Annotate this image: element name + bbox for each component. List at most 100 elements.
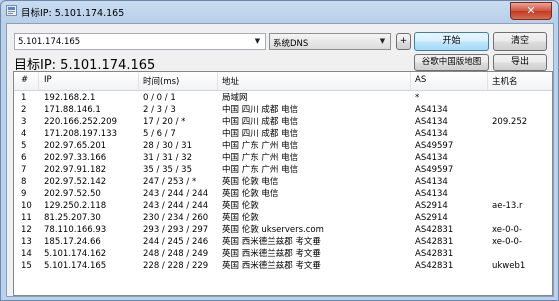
cell-address: 中国 四川 成都 电信 [222,105,299,115]
cell-ip: 202.97.52.50 [44,189,101,199]
cell-as: AS4134 [415,129,448,139]
cell-address: 英国 西米德兰兹郡 考文垂 [222,249,321,259]
cell-as: AS42831 [415,249,454,259]
table-row[interactable]: 15 5.101.174.165 228 / 228 / 229 英国 西米德兰兹郡 … [14,260,552,272]
cell-index: 11 [21,213,32,223]
table-row[interactable]: 13 185.17.24.66 244 / 245 / 246 英国 西米德兰兹郡 考… [14,236,552,248]
chevron-down-icon[interactable]: ▼ [250,34,265,49]
dns-select-value: 系统DNS [273,39,309,49]
cell-as: AS49597 [415,165,454,175]
app-icon [6,5,17,16]
app-window: 目标IP: 5.101.174.165 ✕ 5.101.174.165 ▼ 系统… [0,0,559,301]
table-row[interactable]: 7 202.97.91.182 35 / 35 / 35 中国 广东 广州 电信 AS4… [14,164,552,176]
cell-index: 6 [21,153,27,163]
cell-address: 中国 广东 广州 电信 [222,153,299,163]
main-panel: 5.101.174.165 ▼ 系统DNS ▼ + 开始 清空 目标IP: 5.… [6,23,554,297]
chevron-down-icon[interactable]: ▼ [375,34,390,49]
column-header-index[interactable]: # [21,75,28,85]
column-divider[interactable] [217,72,218,90]
cell-as: AS2914 [415,201,448,211]
cell-as: AS4134 [415,177,448,187]
table-row[interactable]: 4 171.208.197.133 5 / 6 / 7 中国 四川 成都 电信 AS41… [14,128,552,140]
table-row[interactable]: 10 129.250.2.118 243 / 244 / 244 英国 伦敦 AS291… [14,200,552,212]
cell-time: 28 / 30 / 31 [143,141,192,151]
cell-as: AS4134 [415,153,448,163]
cell-time: 293 / 293 / 297 [143,225,209,235]
cell-index: 4 [21,129,27,139]
cell-time: 244 / 245 / 246 [143,237,209,247]
cell-time: 243 / 244 / 244 [143,201,209,211]
cell-index: 1 [21,93,27,103]
column-divider[interactable] [410,72,411,90]
cell-address: 中国 四川 成都 电信 [222,129,299,139]
cell-as: AS42831 [415,261,454,271]
column-header-hostname[interactable]: 主机名 [492,75,518,87]
cell-address: 英国 伦敦 电信 [222,177,279,187]
cell-time: 228 / 228 / 229 [143,261,209,271]
cell-index: 14 [21,249,32,259]
table-row[interactable]: 11 81.25.207.30 230 / 234 / 260 英国 伦敦 AS2914 [14,212,552,224]
ip-input-combobox[interactable]: 5.101.174.165 ▼ [14,33,266,50]
cell-ip: 78.110.166.93 [44,225,107,235]
cell-index: 13 [21,237,32,247]
title-bar[interactable]: 目标IP: 5.101.174.165 ✕ [1,1,558,21]
window-title: 目标IP: 5.101.174.165 [21,8,125,19]
cell-ip: 81.25.207.30 [44,213,101,223]
cell-hostname: ukweb1 [492,261,526,271]
cell-ip: 202.97.52.142 [44,177,107,187]
cell-address: 中国 广东 广州 电信 [222,165,299,175]
cell-hostname: 209.252 [492,117,528,127]
cell-ip: 171.208.197.133 [44,129,118,139]
column-divider[interactable] [138,72,139,90]
close-button[interactable]: ✕ [510,2,552,20]
ip-input-value[interactable]: 5.101.174.165 [18,37,80,47]
table-row[interactable]: 3 220.166.252.209 17 / 20 / * 中国 四川 成都 电信 AS… [14,116,552,128]
table-row[interactable]: 6 202.97.33.166 31 / 31 / 32 中国 广东 广州 电信 AS4… [14,152,552,164]
table-row[interactable]: 12 78.110.166.93 293 / 293 / 297 英国 伦敦 ukse… [14,224,552,236]
cell-time: 243 / 244 / 244 [143,189,209,199]
table-row[interactable]: 2 171.88.146.1 2 / 3 / 3 中国 四川 成都 电信 AS4134 [14,104,552,116]
column-header-as[interactable]: AS [415,75,426,85]
trace-results-table: # IP 时间(ms) 地址 AS 主机名 1 192.168.2.1 0 / 0 … [13,71,553,296]
cell-address: 中国 广东 广州 电信 [222,141,299,151]
cell-index: 15 [21,261,32,271]
table-row[interactable]: 8 202.97.52.142 247 / 253 / * 英国 伦敦 电信 AS413… [14,176,552,188]
cell-ip: 202.97.33.166 [44,153,107,163]
start-button[interactable]: 开始 [414,32,489,51]
cell-index: 10 [21,201,32,211]
clear-button[interactable]: 清空 [493,32,547,51]
cell-as: * [415,93,420,103]
column-divider[interactable] [38,72,39,90]
cell-index: 7 [21,165,27,175]
cell-ip: 5.101.174.165 [44,261,107,271]
column-header-address[interactable]: 地址 [222,75,239,87]
cell-as: AS2914 [415,213,448,223]
cell-index: 9 [21,189,27,199]
export-button[interactable]: 导出 [493,54,547,71]
google-china-map-button[interactable]: 谷歌中国版地图 [414,54,489,71]
cell-address: 中国 四川 成都 电信 [222,117,299,127]
cell-as: AS49597 [415,141,454,151]
cell-address: 局域网 [222,93,248,103]
add-dns-button[interactable]: + [396,33,411,50]
table-header: # IP 时间(ms) 地址 AS 主机名 [14,72,552,91]
table-row[interactable]: 1 192.168.2.1 0 / 0 / 1 局域网 * [14,92,552,104]
table-row[interactable]: 9 202.97.52.50 243 / 244 / 244 英国 伦敦 电信 AS41… [14,188,552,200]
table-row[interactable]: 14 5.101.174.162 248 / 248 / 249 英国 西米德兰兹郡 … [14,248,552,260]
column-divider[interactable] [487,72,488,90]
cell-index: 8 [21,177,27,187]
column-header-ip[interactable]: IP [44,75,52,85]
cell-time: 248 / 248 / 249 [143,249,209,259]
cell-time: 0 / 0 / 1 [143,93,176,103]
cell-ip: 129.250.2.118 [44,201,107,211]
cell-ip: 220.166.252.209 [44,117,118,127]
cell-as: AS4134 [415,189,448,199]
cell-time: 247 / 253 / * [143,177,197,187]
cell-ip: 171.88.146.1 [44,105,101,115]
cell-ip: 202.97.65.201 [44,141,107,151]
dns-select[interactable]: 系统DNS ▼ [269,33,391,50]
cell-address: 英国 伦敦 ukservers.com [222,225,324,235]
cell-index: 3 [21,117,27,127]
table-row[interactable]: 5 202.97.65.201 28 / 30 / 31 中国 广东 广州 电信 AS4… [14,140,552,152]
column-header-time[interactable]: 时间(ms) [143,75,179,87]
